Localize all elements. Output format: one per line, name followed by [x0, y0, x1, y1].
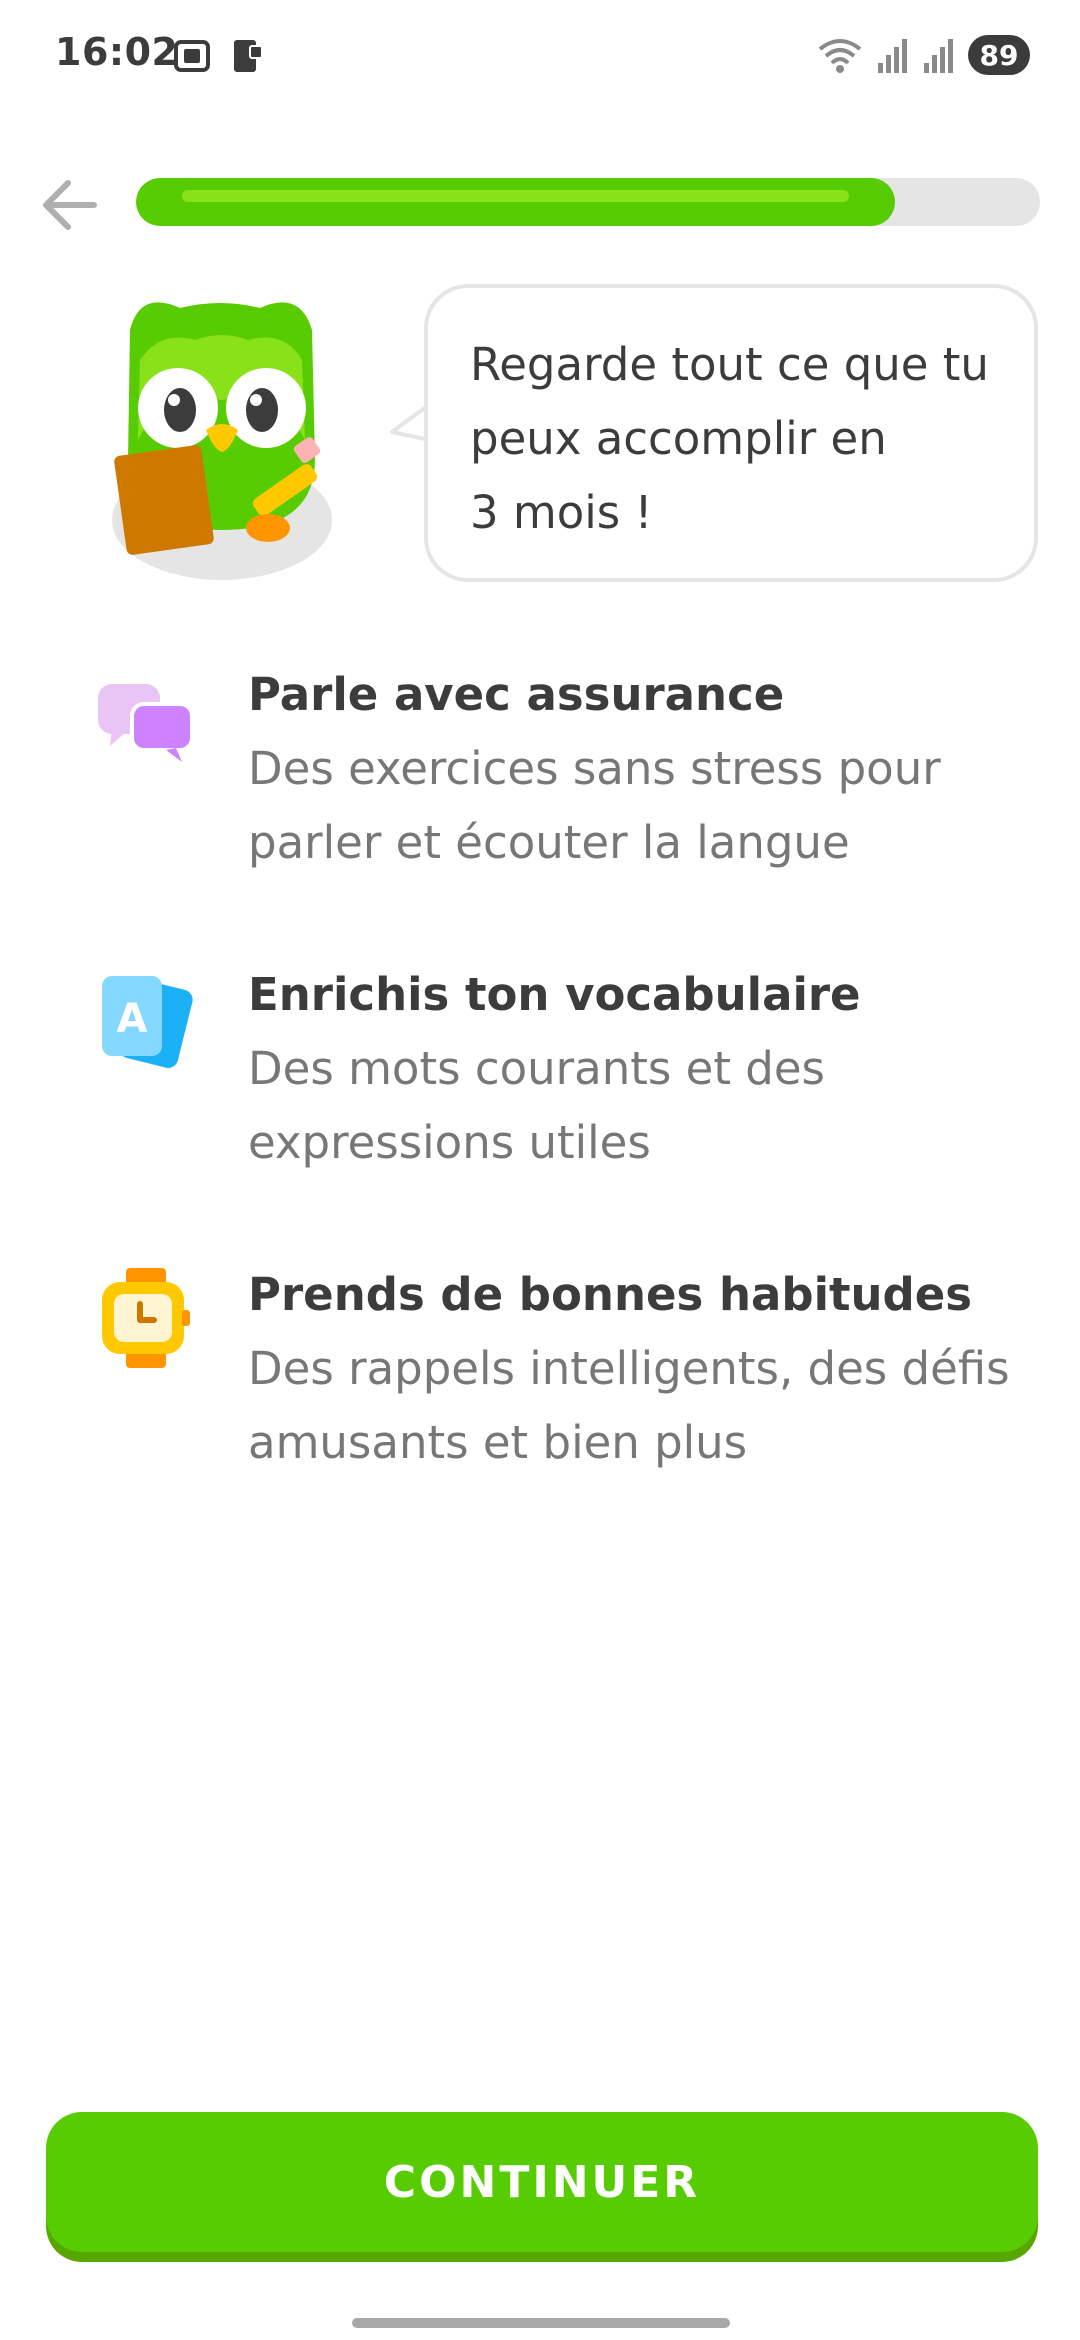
feature-desc: Des exercices sans stress pour parler et…: [248, 742, 941, 869]
signal-icon: [878, 39, 907, 73]
owl-mascot: [112, 302, 332, 580]
status-left-icons: [172, 36, 266, 76]
phone-notification-icon: [234, 40, 263, 72]
speech-text: Regarde tout ce que tu peux accomplir en…: [470, 338, 989, 539]
flashcards-icon: A: [102, 976, 193, 1068]
svg-text:A: A: [117, 996, 148, 1042]
battery-badge: 89: [968, 35, 1030, 75]
status-right: 89: [816, 32, 1030, 78]
continue-label: CONTINUER: [383, 2156, 701, 2208]
progress-fill: [136, 178, 895, 226]
feature-desc: Des rappels intelligents, des défis amus…: [248, 1342, 1010, 1469]
arrow-left-icon: [43, 180, 97, 230]
feature-desc: Des mots courants et des expressions uti…: [248, 1042, 825, 1169]
watch-icon: [102, 1268, 190, 1368]
speech-bubble: Regarde tout ce que tu peux accomplir en…: [424, 284, 1038, 582]
continue-button[interactable]: CONTINUER: [46, 2112, 1038, 2252]
back-button[interactable]: [34, 170, 104, 240]
status-time: 16:02: [55, 30, 179, 74]
progress-shine: [182, 190, 849, 202]
feature-title: Enrichis ton vocabulaire: [248, 968, 861, 1021]
screenshot-icon: [174, 40, 210, 72]
signal-icon: [924, 39, 953, 73]
feature-title: Prends de bonnes habitudes: [248, 1268, 973, 1321]
wifi-icon: [818, 39, 862, 73]
feature-title: Parle avec assurance: [248, 668, 785, 721]
home-indicator[interactable]: [352, 2318, 730, 2328]
status-bar: 16:02 89: [0, 0, 1080, 112]
progress-bar: [136, 178, 1040, 226]
chat-bubbles-icon: [98, 684, 194, 762]
